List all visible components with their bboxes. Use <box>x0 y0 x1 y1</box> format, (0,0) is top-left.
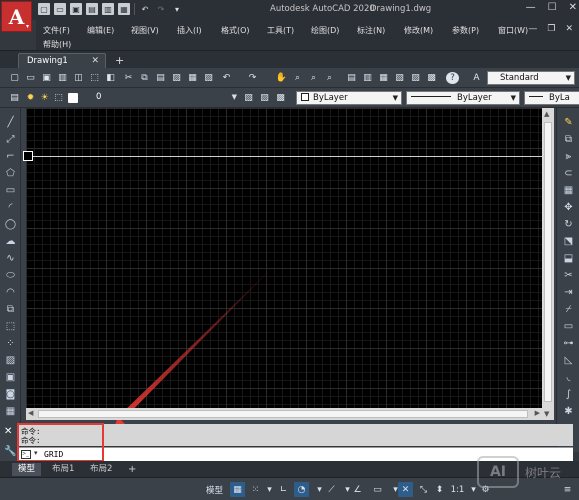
close-icon[interactable]: ✕ <box>4 426 12 437</box>
autoscale-icon[interactable]: ⤡ <box>416 482 431 497</box>
scroll-down-icon[interactable]: ▼ <box>544 410 549 418</box>
scale-value[interactable]: 1:1 <box>450 482 465 497</box>
tab-model[interactable]: 模型 <box>12 463 42 476</box>
customize-icon[interactable]: 🔧 <box>4 446 16 457</box>
highlight-box <box>17 423 104 462</box>
watermark-logo-mark: AI <box>477 456 519 488</box>
scroll-left-icon[interactable]: ◀ <box>28 409 33 417</box>
snap-icon[interactable]: ⁙ <box>248 482 263 497</box>
object-snap-tracking-icon[interactable]: ∠ <box>350 482 365 497</box>
annotation-visibility-icon[interactable]: ✕ <box>398 482 413 497</box>
ortho-icon[interactable]: ∟ <box>276 482 291 497</box>
grid-icon[interactable]: ▦ <box>230 482 245 497</box>
tab-layout1[interactable]: 布局1 <box>46 463 80 476</box>
scroll-thumb[interactable] <box>38 410 528 418</box>
watermark-logo: AI 树叶云 <box>477 456 577 498</box>
annotation-scale-icon[interactable]: ⬍ <box>432 482 447 497</box>
command-window-handle: ✕ 🔧 <box>0 424 17 461</box>
polar-tracking-icon[interactable]: ◔ <box>294 482 309 497</box>
isodraft-icon[interactable]: ⟋ <box>324 482 339 497</box>
horizontal-scrollbar[interactable]: ◀ ▶ <box>26 408 542 420</box>
scroll-right-icon[interactable]: ▶ <box>535 409 540 417</box>
watermark-text: 树叶云 <box>525 466 562 480</box>
tab-layout2[interactable]: 布局2 <box>84 463 118 476</box>
scroll-thumb[interactable] <box>544 122 552 402</box>
add-layout-button[interactable]: + <box>122 463 142 476</box>
scroll-up-icon[interactable]: ▲ <box>544 110 549 118</box>
object-snap-icon[interactable]: ▭ <box>370 482 385 497</box>
chevron-down-icon[interactable]: ▾ <box>262 482 277 497</box>
vertical-scrollbar[interactable]: ▲ ▼ <box>542 108 554 420</box>
model-space-button[interactable]: 模型 <box>206 482 223 497</box>
